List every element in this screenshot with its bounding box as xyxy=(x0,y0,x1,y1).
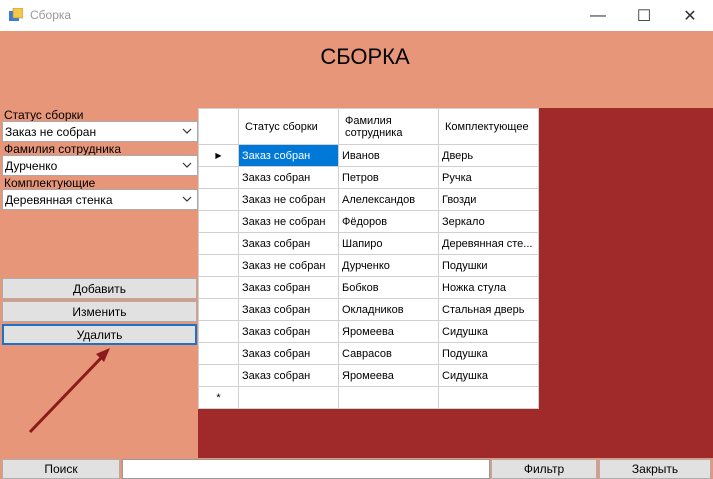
table-cell[interactable]: Фёдоров xyxy=(338,210,439,233)
table-cell[interactable]: Ножка стула xyxy=(438,276,539,299)
new-row[interactable]: * xyxy=(198,386,539,409)
table-cell[interactable]: Яромеева xyxy=(338,364,439,387)
table-cell[interactable]: Заказ собран xyxy=(238,166,339,189)
new-row-marker[interactable]: * xyxy=(198,386,239,409)
row-header[interactable] xyxy=(198,276,239,299)
table-row[interactable]: Заказ собран Яромеева Сидушка xyxy=(198,320,539,343)
row-header[interactable]: ▶ xyxy=(198,144,239,167)
row-header[interactable] xyxy=(198,232,239,255)
table-cell[interactable]: Заказ собран xyxy=(238,364,339,387)
table-row[interactable]: Заказ собран Окладников Стальная дверь xyxy=(198,298,539,321)
table-cell[interactable]: Саврасов xyxy=(338,342,439,365)
table-cell[interactable]: Стальная дверь xyxy=(438,298,539,321)
table-row[interactable]: Заказ собран Яромеева Сидушка xyxy=(198,364,539,387)
table-row[interactable]: Заказ не собран Дурченко Подушки xyxy=(198,254,539,277)
data-grid[interactable]: Статус сборки Фамилия сотрудника Комплек… xyxy=(198,108,539,409)
table-cell[interactable]: Зеркало xyxy=(438,210,539,233)
status-value: Заказ не собран xyxy=(5,125,97,139)
employee-combobox[interactable]: Дурченко xyxy=(2,155,198,176)
filter-button[interactable]: Фильтр xyxy=(491,459,597,479)
table-cell[interactable]: Алелександов xyxy=(338,188,439,211)
table-cell[interactable]: Заказ собран xyxy=(238,232,339,255)
minimize-button[interactable]: — xyxy=(575,0,621,31)
page-title: СБОРКА xyxy=(320,44,410,69)
employee-label: Фамилия сотрудника xyxy=(4,142,121,156)
table-cell[interactable]: Заказ не собран xyxy=(238,188,339,211)
row-header[interactable] xyxy=(198,188,239,211)
table-cell[interactable]: Заказ собран xyxy=(238,144,339,167)
new-row-cell[interactable] xyxy=(238,386,339,409)
status-combobox[interactable]: Заказ не собран xyxy=(2,121,198,142)
app-icon xyxy=(9,8,23,21)
component-label: Комплектующие xyxy=(4,176,96,190)
table-row[interactable]: Заказ собран Бобков Ножка стула xyxy=(198,276,539,299)
column-header-status[interactable]: Статус сборки xyxy=(238,108,339,145)
new-row-cell[interactable] xyxy=(338,386,439,409)
table-cell[interactable]: Яромеева xyxy=(338,320,439,343)
table-cell[interactable]: Ручка xyxy=(438,166,539,189)
table-cell[interactable]: Заказ не собран xyxy=(238,254,339,277)
new-row-cell[interactable] xyxy=(438,386,539,409)
column-header-employee[interactable]: Фамилия сотрудника xyxy=(338,108,439,145)
chevron-down-icon xyxy=(182,128,192,134)
table-row[interactable]: Заказ собран Саврасов Подушка xyxy=(198,342,539,365)
table-cell[interactable]: Гвозди xyxy=(438,188,539,211)
close-button[interactable]: Закрыть xyxy=(599,459,711,479)
table-cell[interactable]: Сидушка xyxy=(438,320,539,343)
row-header[interactable] xyxy=(198,364,239,387)
row-header[interactable] xyxy=(198,166,239,189)
table-row[interactable]: Заказ не собран Алелександов Гвозди xyxy=(198,188,539,211)
table-cell[interactable]: Заказ собран xyxy=(238,276,339,299)
column-header-component[interactable]: Комплектующее xyxy=(438,108,539,145)
table-cell[interactable]: Заказ собран xyxy=(238,342,339,365)
grid-area: Статус сборки Фамилия сотрудника Комплек… xyxy=(198,108,713,458)
component-value: Деревянная стенка xyxy=(5,193,113,207)
add-button[interactable]: Добавить xyxy=(2,278,197,299)
table-cell[interactable]: Иванов xyxy=(338,144,439,167)
table-row[interactable]: Заказ собран Петров Ручка xyxy=(198,166,539,189)
table-cell[interactable]: Бобков xyxy=(338,276,439,299)
search-input[interactable] xyxy=(122,459,490,479)
table-cell[interactable]: Дверь xyxy=(438,144,539,167)
table-cell[interactable]: Шапиро xyxy=(338,232,439,255)
title-bar: Сборка — ☐ ✕ xyxy=(0,0,713,31)
row-header[interactable] xyxy=(198,342,239,365)
table-cell[interactable]: Дурченко xyxy=(338,254,439,277)
status-label: Статус сборки xyxy=(4,108,84,122)
maximize-button[interactable]: ☐ xyxy=(621,0,667,31)
table-row[interactable]: ▶ Заказ собран Иванов Дверь xyxy=(198,144,539,167)
row-header[interactable] xyxy=(198,298,239,321)
chevron-down-icon xyxy=(182,196,192,202)
table-cell[interactable]: Подушка xyxy=(438,342,539,365)
table-cell[interactable]: Петров xyxy=(338,166,439,189)
row-header-corner xyxy=(198,108,239,145)
table-cell[interactable]: Заказ собран xyxy=(238,298,339,321)
table-row[interactable]: Заказ собран Шапиро Деревянная сте... xyxy=(198,232,539,255)
table-cell[interactable]: Заказ собран xyxy=(238,320,339,343)
table-cell[interactable]: Окладников xyxy=(338,298,439,321)
chevron-down-icon xyxy=(182,162,192,168)
table-row[interactable]: Заказ не собран Фёдоров Зеркало xyxy=(198,210,539,233)
table-cell[interactable]: Сидушка xyxy=(438,364,539,387)
employee-value: Дурченко xyxy=(5,159,58,173)
edit-button[interactable]: Изменить xyxy=(2,301,197,322)
window-title: Сборка xyxy=(30,8,72,22)
table-cell[interactable]: Подушки xyxy=(438,254,539,277)
search-button[interactable]: Поиск xyxy=(2,459,120,479)
table-cell[interactable]: Деревянная сте... xyxy=(438,232,539,255)
component-combobox[interactable]: Деревянная стенка xyxy=(2,189,198,210)
row-header[interactable] xyxy=(198,254,239,277)
row-header[interactable] xyxy=(198,320,239,343)
table-cell[interactable]: Заказ не собран xyxy=(238,210,339,233)
row-header[interactable] xyxy=(198,210,239,233)
delete-button[interactable]: Удалить xyxy=(2,324,197,345)
close-window-button[interactable]: ✕ xyxy=(667,0,713,31)
